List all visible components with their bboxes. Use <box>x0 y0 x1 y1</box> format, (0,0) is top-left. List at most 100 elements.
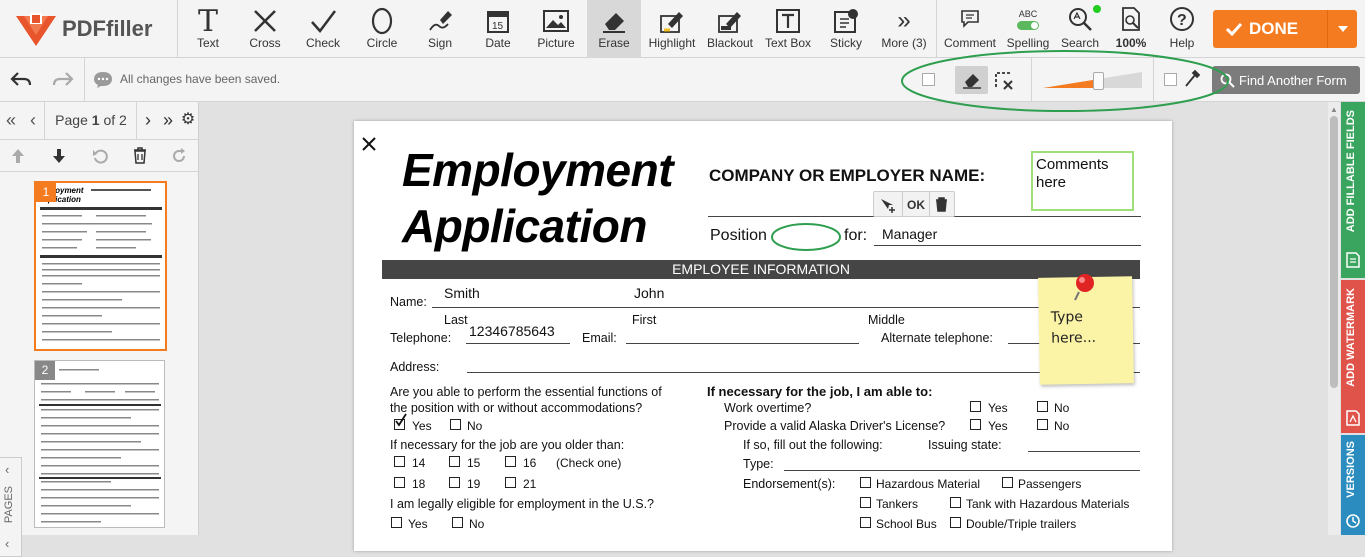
comment-textbox[interactable]: Comments here <box>1031 151 1134 211</box>
essential-no-checkbox[interactable] <box>450 419 461 430</box>
page-indicator[interactable]: Page 1 of 2 <box>50 110 132 132</box>
done-label: DONE <box>1249 19 1299 38</box>
tool-check[interactable]: Check <box>295 0 351 58</box>
last-page-icon[interactable]: » <box>157 102 179 140</box>
overtime-yes-checkbox[interactable] <box>970 401 981 412</box>
rotate-icon[interactable] <box>92 148 108 164</box>
first-page-icon[interactable]: « <box>0 102 22 140</box>
scroll-up-icon[interactable]: ▲ <box>1330 105 1338 114</box>
no-label: No <box>1054 419 1070 433</box>
school-bus-checkbox[interactable] <box>860 517 871 528</box>
license-no-checkbox[interactable] <box>1037 419 1048 430</box>
find-another-form-button[interactable]: Find Another Form <box>1212 66 1360 94</box>
tank-hazmat-checkbox[interactable] <box>950 497 961 508</box>
refresh-icon[interactable] <box>171 148 187 164</box>
passengers-checkbox[interactable] <box>1002 477 1013 488</box>
yes-label: Yes <box>988 419 1008 433</box>
next-page-icon[interactable]: › <box>137 102 159 140</box>
signature-pen-icon <box>413 6 467 36</box>
move-down-icon[interactable] <box>52 148 66 164</box>
age-19-checkbox[interactable] <box>449 477 460 488</box>
address-label: Address: <box>390 360 440 374</box>
annotation-ellipse <box>901 50 1229 112</box>
older-question: If necessary for the job are you older t… <box>390 438 625 452</box>
tool-cross[interactable]: Cross <box>237 0 293 58</box>
tool-picture[interactable]: Picture <box>527 0 585 58</box>
eligible-yes-checkbox[interactable] <box>391 517 402 528</box>
tool-sticky[interactable]: Sticky <box>818 0 874 58</box>
name-line <box>432 307 1140 308</box>
document-title-line2: Application <box>402 200 647 252</box>
double-triple-checkbox[interactable] <box>950 517 961 528</box>
document-scrollbar[interactable]: ▲ <box>1328 102 1340 535</box>
page-thumbnail-1[interactable]: 1 ployment plication <box>34 181 167 351</box>
move-field-icon[interactable] <box>879 197 897 213</box>
page-of: of 2 <box>103 112 127 128</box>
page-thumbnail-2[interactable]: 2 <box>34 360 165 528</box>
eligible-no-checkbox[interactable] <box>452 517 463 528</box>
document-title-line1: Employment <box>402 144 674 196</box>
first-name-value[interactable]: John <box>634 285 664 301</box>
calendar-icon: 15 <box>470 6 526 36</box>
for-label: for: <box>844 227 868 244</box>
done-button[interactable]: DONE <box>1213 10 1357 48</box>
middle-label: Middle <box>868 313 905 327</box>
tool-date-label: Date <box>485 36 511 50</box>
age-15-checkbox[interactable] <box>449 456 460 467</box>
page-prefix: Page <box>55 112 88 128</box>
tool-text[interactable]: T Text <box>180 0 236 58</box>
double-chevron-right-icon: » <box>897 7 911 34</box>
telephone-value[interactable]: 12346785643 <box>469 323 555 339</box>
add-watermark-tab[interactable]: ADD WATERMARK <box>1341 280 1365 433</box>
last-name-value[interactable]: Smith <box>444 285 480 301</box>
age-18-checkbox[interactable] <box>394 477 405 488</box>
age-16-checkbox[interactable] <box>505 456 516 467</box>
school-bus-label: School Bus <box>876 517 937 531</box>
age-21-checkbox[interactable] <box>505 477 516 488</box>
license-question: Provide a valid Alaska Driver's License? <box>724 419 946 433</box>
document-page[interactable]: Employment Application COMPANY OR EMPLOY… <box>354 121 1172 551</box>
prev-page-icon[interactable]: ‹ <box>22 102 44 140</box>
cross-mark[interactable] <box>362 137 376 151</box>
page-settings-gear-icon[interactable]: ⚙ <box>177 102 199 140</box>
tool-circle[interactable]: Circle <box>353 0 411 58</box>
hazardous-material-checkbox[interactable] <box>860 477 871 488</box>
tool-sign[interactable]: Sign <box>413 0 467 58</box>
watermark-icon <box>1346 410 1360 426</box>
sticky-note-text[interactable]: Type here... <box>1051 306 1122 349</box>
tool-textbox[interactable]: Text Box <box>760 0 816 58</box>
move-up-icon[interactable] <box>11 148 25 164</box>
versions-tab[interactable]: VERSIONS <box>1341 435 1365 535</box>
age-14-checkbox[interactable] <box>394 456 405 467</box>
overtime-no-checkbox[interactable] <box>1037 401 1048 412</box>
essential-yes-checkbox[interactable] <box>394 413 407 430</box>
sticky-note-icon <box>818 6 874 36</box>
pdffiller-logo[interactable]: PDFfiller <box>0 0 178 58</box>
ok-button[interactable]: OK <box>907 198 925 212</box>
add-fillable-fields-tab[interactable]: ADD FILLABLE FIELDS <box>1341 102 1365 278</box>
license-yes-checkbox[interactable] <box>970 419 981 430</box>
undo-icon[interactable] <box>10 70 32 88</box>
position-value[interactable]: Manager <box>882 226 937 242</box>
redo-icon[interactable] <box>52 70 74 88</box>
check-one-note: (Check one) <box>556 456 622 470</box>
tool-highlight[interactable]: Highlight <box>643 0 701 58</box>
alt-phone-label: Alternate telephone: <box>881 331 993 345</box>
tool-erase[interactable]: Erase <box>587 0 641 58</box>
tool-date[interactable]: 15 Date <box>470 0 526 58</box>
tankers-checkbox[interactable] <box>860 497 871 508</box>
position-label: Position <box>710 227 767 244</box>
thumbnail-number: 2 <box>35 361 55 380</box>
name-label: Name: <box>390 295 427 309</box>
position-circle-annotation[interactable] <box>770 221 844 253</box>
cross-icon <box>237 6 293 36</box>
tool-blackout[interactable]: Blackout <box>702 0 758 58</box>
position-line <box>874 245 1141 246</box>
scrollbar-thumb[interactable] <box>1330 116 1338 388</box>
delete-page-icon[interactable] <box>133 147 147 164</box>
trash-icon[interactable] <box>935 197 948 212</box>
pages-side-tab[interactable]: ‹ PAGES ‹ <box>0 457 22 557</box>
done-dropdown-toggle[interactable] <box>1327 10 1357 48</box>
fillable-tab-label: ADD FILLABLE FIELDS <box>1345 110 1357 233</box>
text-tool-icon: T <box>197 3 218 39</box>
